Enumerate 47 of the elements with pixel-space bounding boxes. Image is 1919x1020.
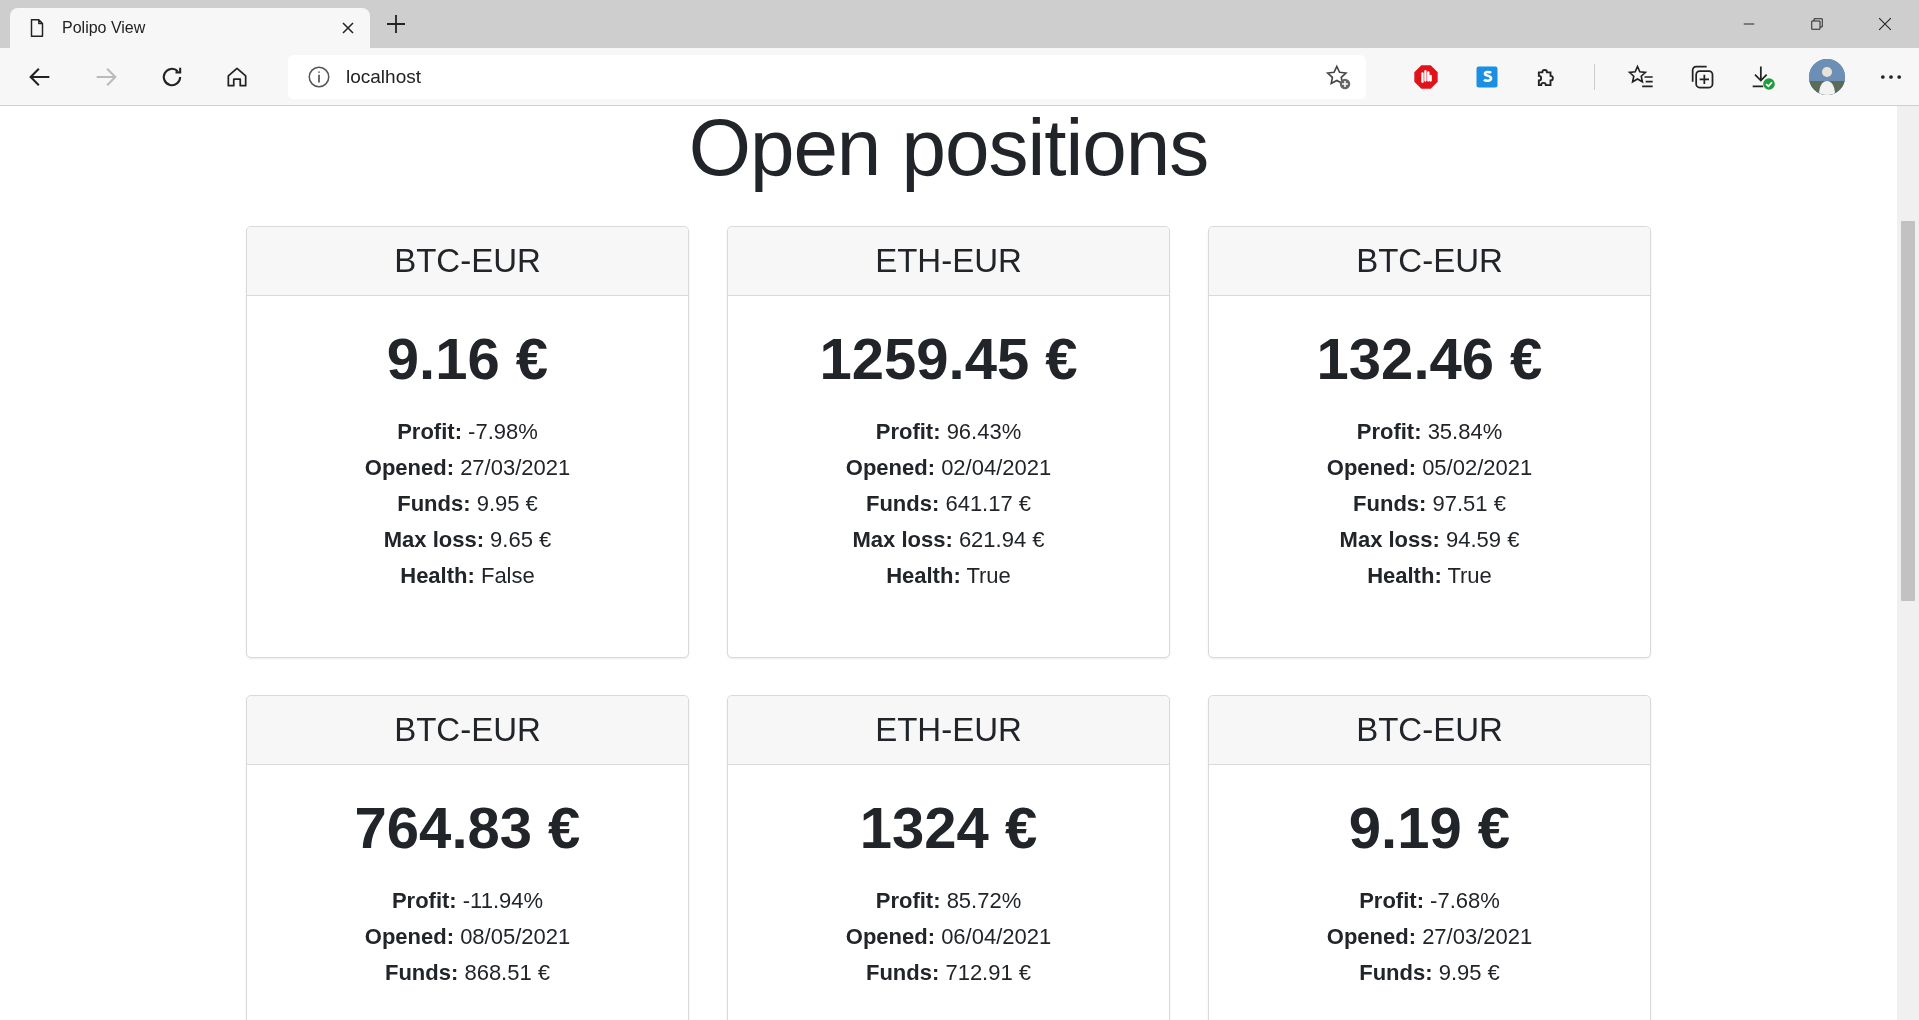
detail-line: Opened: 05/02/2021 [1326,453,1533,482]
detail-line: Health: False [400,561,535,590]
pair-name: BTC-EUR [394,711,541,749]
url-text: localhost [346,65,422,88]
detail-line: Opened: 08/05/2021 [364,922,571,951]
position-value: 764.83 € [353,794,582,862]
avatar[interactable] [1808,58,1845,95]
new-tab-icon[interactable] [384,12,408,36]
detail-line: Funds: 868.51 € [384,958,551,987]
restore-icon[interactable] [1808,15,1826,33]
position-value: 132.46 € [1315,325,1544,393]
detail-line: Profit: -11.94% [391,886,544,915]
position-value: 1259.45 € [818,325,1079,393]
pair-name: BTC-EUR [394,242,541,280]
detail-line: Profit: 96.43% [875,417,1022,446]
position-value: 9.16 € [385,325,550,393]
detail-line: Health: True [1367,561,1492,590]
position-value: 9.19 € [1347,794,1512,862]
stop-hand-icon[interactable] [1412,62,1441,91]
detail-line: Funds: 9.95 € [1359,958,1500,987]
detail-line: Max loss: 94.59 € [1339,525,1520,554]
detail-line: Opened: 06/04/2021 [845,922,1052,951]
detail-line: Max loss: 621.94 € [852,525,1045,554]
star-add-icon[interactable] [1324,62,1352,91]
browser-tab[interactable]: Polipo View [10,8,370,48]
detail-line: Funds: 9.95 € [397,489,538,518]
scrollbar-thumb[interactable] [1901,221,1915,601]
detail-line: Profit: -7.98% [397,417,538,446]
detail-line: Max loss: 9.65 € [383,525,552,554]
pair-name: BTC-EUR [1356,242,1503,280]
address-bar[interactable]: localhost [288,54,1366,99]
detail-line: Funds: 97.51 € [1353,489,1506,518]
pair-name: ETH-EUR [875,242,1022,280]
detail-line: Funds: 641.17 € [865,489,1032,518]
detail-line: Health: True [886,561,1011,590]
detail-line: Opened: 27/03/2021 [364,453,571,482]
detail-line: Profit: 35.84% [1356,417,1503,446]
pair-name: ETH-EUR [875,711,1022,749]
position-value: 1324 € [858,794,1039,862]
scrollbar[interactable] [1897,106,1919,1020]
pair-name: BTC-EUR [1356,711,1503,749]
detail-line: Opened: 02/04/2021 [845,453,1052,482]
detail-line: Profit: -7.68% [1359,886,1500,915]
detail-line: Profit: 85.72% [875,886,1022,915]
detail-line: Funds: 712.91 € [865,958,1032,987]
tab-title: Polipo View [62,19,147,37]
detail-line: Opened: 27/03/2021 [1326,922,1533,951]
